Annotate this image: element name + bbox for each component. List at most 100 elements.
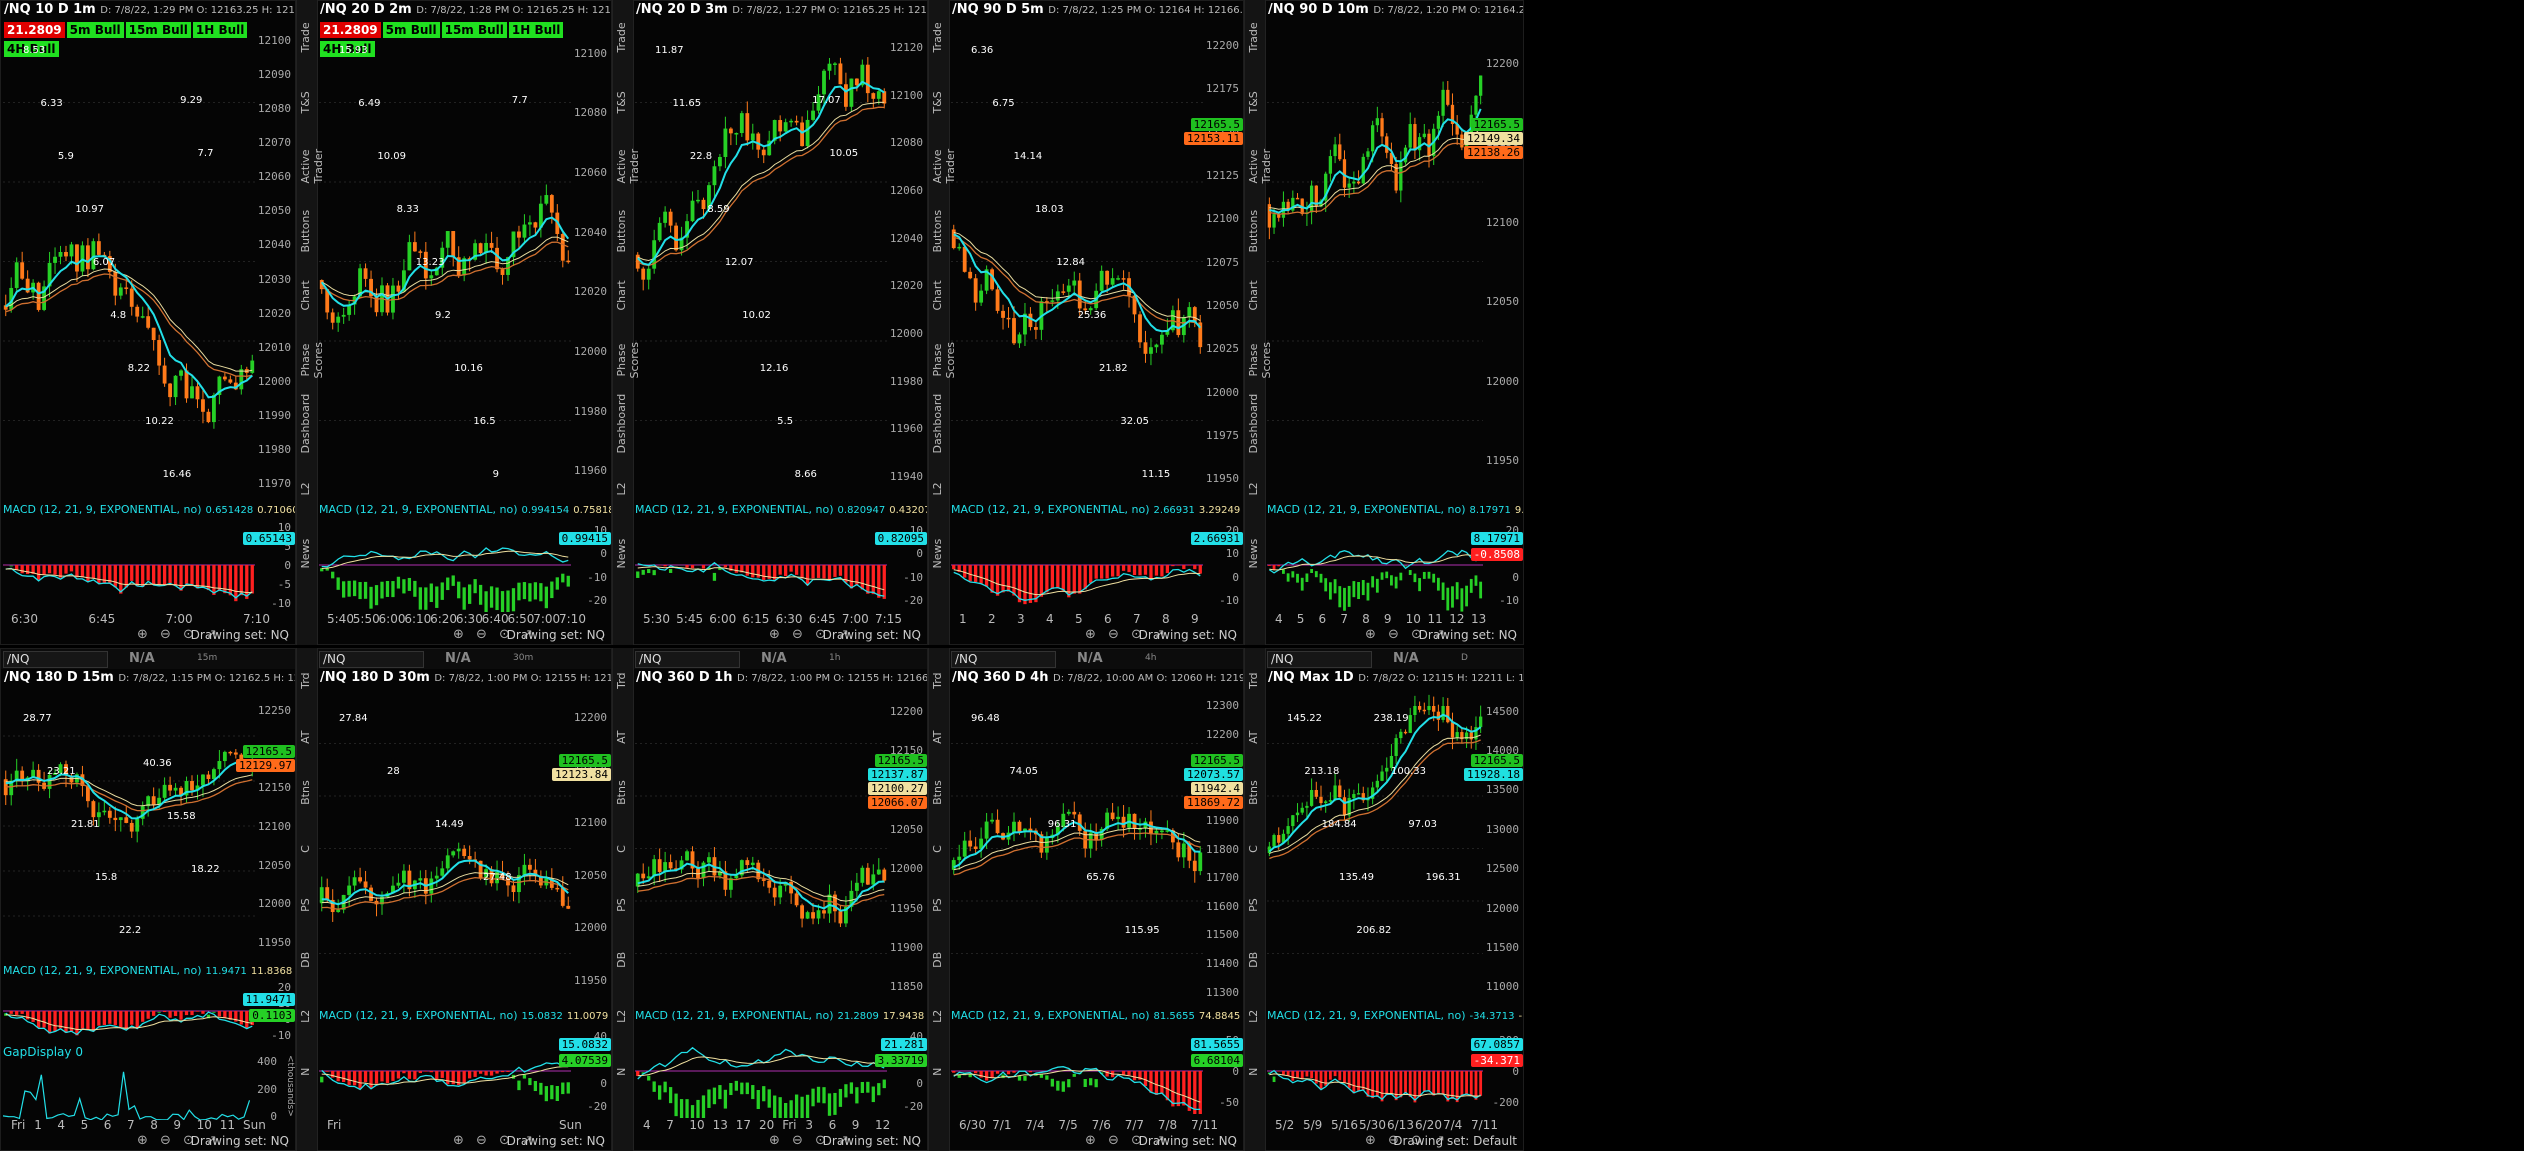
side-tab-t-s[interactable]: T&S	[931, 73, 951, 132]
swing-label: 11.87	[655, 45, 684, 56]
side-tab-l2[interactable]: L2	[1247, 460, 1267, 519]
side-tab-l2[interactable]: L2	[615, 460, 635, 519]
side-tab-phase-scores[interactable]: Phase Scores	[615, 331, 641, 390]
chart-panel[interactable]: /NQ N/A 15m/NQ 180 D 15m D: 7/8/22, 1:15 P…	[0, 648, 296, 1151]
side-tab-trd[interactable]: Trd	[931, 656, 951, 706]
side-tab-active-trader[interactable]: Active Trader	[1247, 137, 1273, 196]
side-tab-at[interactable]: AT	[299, 712, 319, 762]
period-label[interactable]: 30m	[513, 653, 533, 663]
drawing-set-label[interactable]: Drawing set: NQ	[1139, 628, 1237, 642]
side-tab-active-trader[interactable]: Active Trader	[299, 137, 325, 196]
drawing-set-label[interactable]: Drawing set: Default	[1393, 1134, 1517, 1148]
side-tab-ps[interactable]: PS	[615, 880, 635, 930]
symbol-input[interactable]: /NQ	[951, 651, 1056, 668]
side-tab-dashboard[interactable]: Dashboard	[1247, 394, 1267, 454]
side-tab-at[interactable]: AT	[1247, 712, 1267, 762]
side-tab-active-trader[interactable]: Active Trader	[931, 137, 957, 196]
symbol-input[interactable]: /NQ	[3, 651, 108, 668]
side-tab-c[interactable]: C	[931, 824, 951, 874]
side-tab-btns[interactable]: Btns	[615, 768, 635, 818]
side-tab-ps[interactable]: PS	[299, 880, 319, 930]
drawing-set-label[interactable]: Drawing set: NQ	[823, 1134, 921, 1148]
symbol-input[interactable]: /NQ	[319, 651, 424, 668]
side-tab-btns[interactable]: Btns	[299, 768, 319, 818]
symbol-input[interactable]: /NQ	[1267, 651, 1372, 668]
chart-panel[interactable]: /NQ 20 D 2m D: 7/8/22, 1:28 PM O: 12165.…	[316, 0, 612, 645]
side-tab-l2[interactable]: L2	[299, 460, 319, 519]
side-tab-trade[interactable]: Trade	[1247, 8, 1267, 67]
period-label[interactable]: 4h	[1145, 653, 1156, 663]
chart-panel[interactable]: /NQ N/A D/NQ Max 1D D: 7/8/22 O: 12115 H: …	[1264, 648, 1524, 1151]
drawing-set-label[interactable]: Drawing set: NQ	[1139, 1134, 1237, 1148]
side-tab-l2[interactable]: L2	[299, 991, 319, 1041]
side-tab-trd[interactable]: Trd	[299, 656, 319, 706]
side-tab-at[interactable]: AT	[931, 712, 951, 762]
side-tab-db[interactable]: DB	[615, 935, 635, 985]
period-label[interactable]: 15m	[197, 653, 217, 663]
side-tab-chart[interactable]: Chart	[1247, 266, 1267, 325]
chart-panel[interactable]: /NQ N/A 1h/NQ 360 D 1h D: 7/8/22, 1:00 PM …	[632, 648, 928, 1151]
side-tab-chart[interactable]: Chart	[615, 266, 635, 325]
drawing-set-label[interactable]: Drawing set: NQ	[191, 1134, 289, 1148]
side-tab-n[interactable]: N	[299, 1047, 319, 1097]
side-tab-db[interactable]: DB	[299, 935, 319, 985]
side-tab-c[interactable]: C	[299, 824, 319, 874]
side-tab-chart[interactable]: Chart	[931, 266, 951, 325]
side-tab-db[interactable]: DB	[931, 935, 951, 985]
drawing-set-label[interactable]: Drawing set: NQ	[191, 628, 289, 642]
side-tab-dashboard[interactable]: Dashboard	[299, 394, 319, 454]
side-tab-chart[interactable]: Chart	[299, 266, 319, 325]
side-tab-t-s[interactable]: T&S	[299, 73, 319, 132]
chart-panel[interactable]: /NQ N/A 4h/NQ 360 D 4h D: 7/8/22, 10:00 AM…	[948, 648, 1244, 1151]
side-tab-c[interactable]: C	[615, 824, 635, 874]
side-tab-phase-scores[interactable]: Phase Scores	[931, 331, 957, 390]
side-tab-l2[interactable]: L2	[1247, 991, 1267, 1041]
chart-panel[interactable]: /NQ N/A 30m/NQ 180 D 30m D: 7/8/22, 1:00 P…	[316, 648, 612, 1151]
side-tab-buttons[interactable]: Buttons	[299, 202, 319, 261]
symbol-input[interactable]: /NQ	[635, 651, 740, 668]
period-label[interactable]: D	[1461, 653, 1468, 663]
side-tab-t-s[interactable]: T&S	[615, 73, 635, 132]
side-tab-btns[interactable]: Btns	[931, 768, 951, 818]
side-tab-news[interactable]: News	[615, 524, 635, 583]
period-label[interactable]: 1h	[829, 653, 840, 663]
side-tab-btns[interactable]: Btns	[1247, 768, 1267, 818]
side-tab-trade[interactable]: Trade	[615, 8, 635, 67]
drawing-set-label[interactable]: Drawing set: NQ	[1419, 628, 1517, 642]
side-tab-news[interactable]: News	[1247, 524, 1267, 583]
side-tab-phase-scores[interactable]: Phase Scores	[299, 331, 325, 390]
side-tab-trd[interactable]: Trd	[615, 656, 635, 706]
side-tab-c[interactable]: C	[1247, 824, 1267, 874]
side-tab-dashboard[interactable]: Dashboard	[615, 394, 635, 454]
side-tab-trade[interactable]: Trade	[299, 8, 319, 67]
chart-panel[interactable]: /NQ 90 D 5m D: 7/8/22, 1:25 PM O: 12164 …	[948, 0, 1244, 645]
side-tab-l2[interactable]: L2	[615, 991, 635, 1041]
side-tab-dashboard[interactable]: Dashboard	[931, 394, 951, 454]
side-tab-t-s[interactable]: T&S	[1247, 73, 1267, 132]
side-tab-ps[interactable]: PS	[1247, 880, 1267, 930]
side-tab-trade[interactable]: Trade	[931, 8, 951, 67]
side-tab-db[interactable]: DB	[1247, 935, 1267, 985]
macd-histogram-bar	[97, 565, 101, 584]
side-tab-active-trader[interactable]: Active Trader	[615, 137, 641, 196]
chart-panel[interactable]: /NQ 10 D 1m D: 7/8/22, 1:29 PM O: 12163.…	[0, 0, 296, 645]
chart-panel[interactable]: /NQ 20 D 3m D: 7/8/22, 1:27 PM O: 12165.…	[632, 0, 928, 645]
side-tab-n[interactable]: N	[931, 1047, 951, 1097]
side-tab-news[interactable]: News	[299, 524, 319, 583]
side-tab-buttons[interactable]: Buttons	[931, 202, 951, 261]
drawing-set-label[interactable]: Drawing set: NQ	[507, 1134, 605, 1148]
side-tab-buttons[interactable]: Buttons	[1247, 202, 1267, 261]
side-tab-phase-scores[interactable]: Phase Scores	[1247, 331, 1273, 390]
drawing-set-label[interactable]: Drawing set: NQ	[507, 628, 605, 642]
side-tab-trd[interactable]: Trd	[1247, 656, 1267, 706]
side-tab-ps[interactable]: PS	[931, 880, 951, 930]
side-tab-buttons[interactable]: Buttons	[615, 202, 635, 261]
drawing-set-label[interactable]: Drawing set: NQ	[823, 628, 921, 642]
side-tab-news[interactable]: News	[931, 524, 951, 583]
side-tab-n[interactable]: N	[1247, 1047, 1267, 1097]
side-tab-l2[interactable]: L2	[931, 460, 951, 519]
side-tab-n[interactable]: N	[615, 1047, 635, 1097]
side-tab-at[interactable]: AT	[615, 712, 635, 762]
side-tab-l2[interactable]: L2	[931, 991, 951, 1041]
chart-panel[interactable]: /NQ 90 D 10m D: 7/8/22, 1:20 PM O: 12164…	[1264, 0, 1524, 645]
